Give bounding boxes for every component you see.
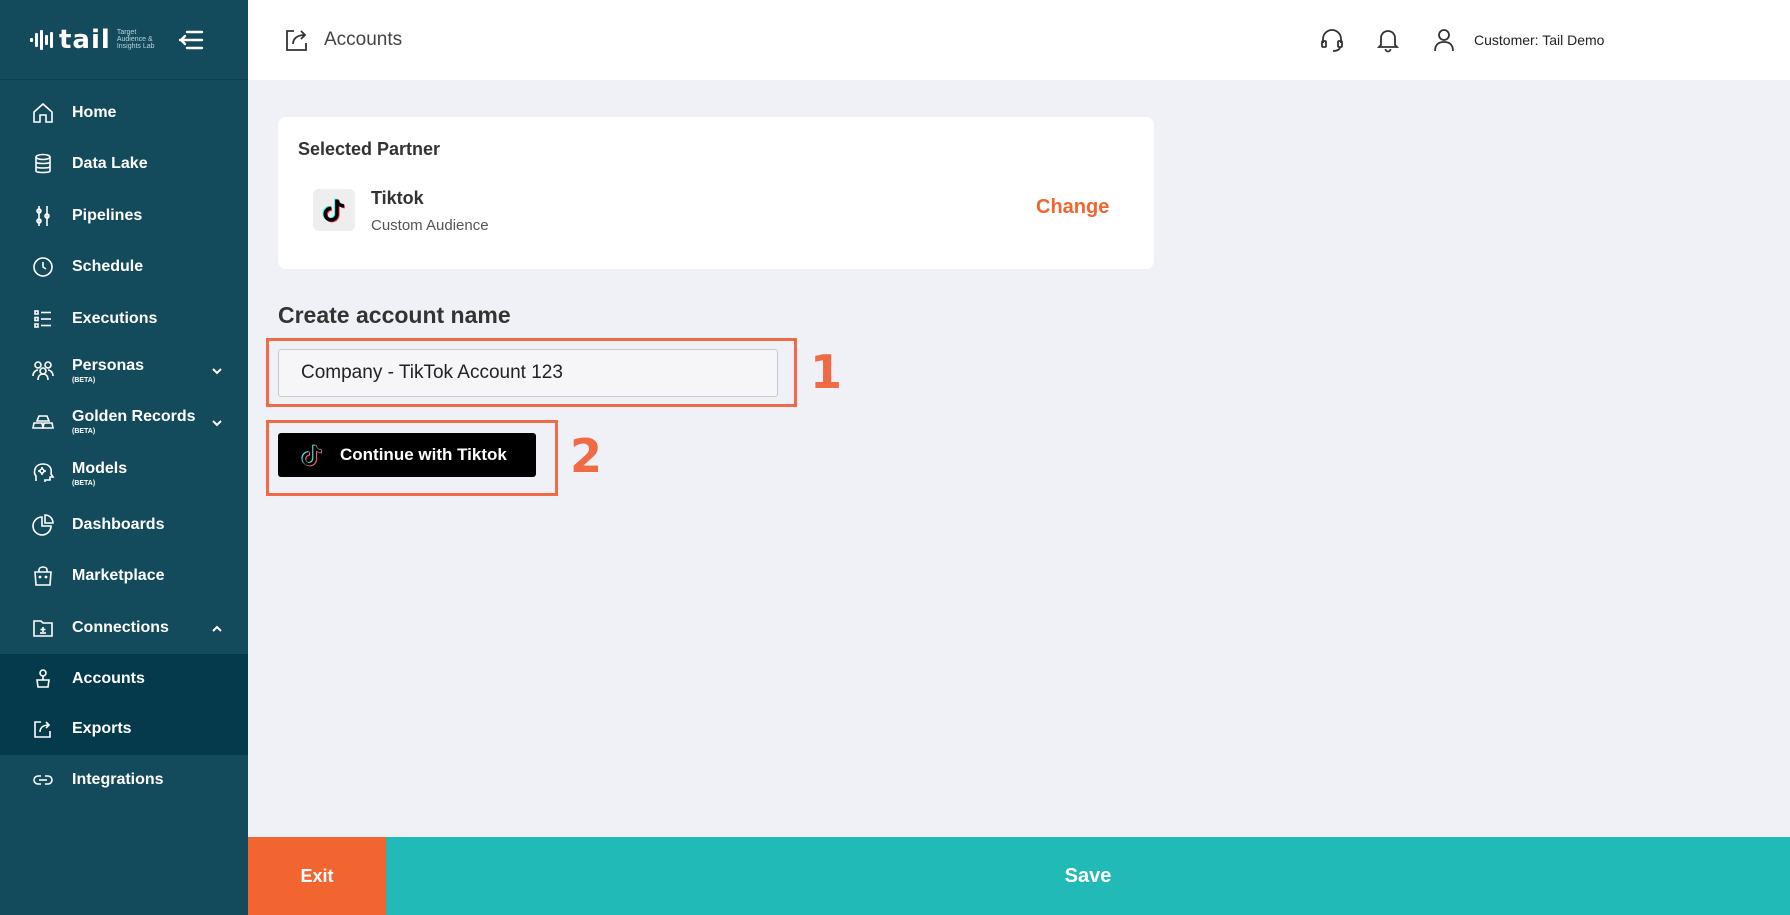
change-partner-link[interactable]: Change xyxy=(1036,196,1109,219)
chevron-down-icon[interactable] xyxy=(211,416,223,428)
logo-bars-icon xyxy=(30,29,53,50)
sidebar: tail Target Audience & Insights Lab Home… xyxy=(0,0,248,915)
account-icon xyxy=(30,666,56,692)
sidebar-item-label: Connections xyxy=(72,618,169,636)
sidebar-item-label: Schedule xyxy=(72,258,144,276)
pie-chart-icon xyxy=(30,512,56,538)
sidebar-item-label: Accounts xyxy=(72,669,145,687)
beta-badge: (BETA) xyxy=(72,428,96,436)
sidebar-item-text: Golden Records (BETA) xyxy=(72,408,196,435)
shopping-bag-icon xyxy=(30,563,56,589)
sidebar-header: tail Target Audience & Insights Lab xyxy=(0,0,248,80)
sidebar-item-label: Pipelines xyxy=(72,206,143,224)
brand-logo[interactable]: tail Target Audience & Insights Lab xyxy=(30,25,159,55)
sidebar-item-pipelines[interactable]: Pipelines xyxy=(0,190,248,242)
bell-icon[interactable] xyxy=(1374,26,1402,54)
tiktok-icon xyxy=(313,189,355,231)
sidebar-item-label: Executions xyxy=(72,309,158,327)
sidebar-item-label: Models xyxy=(72,459,128,477)
sidebar-item-integrations[interactable]: Integrations xyxy=(0,755,248,807)
continue-button-label: Continue with Tiktok xyxy=(340,445,507,464)
continue-with-tiktok-button[interactable]: Continue with Tiktok xyxy=(278,433,536,477)
link-icon xyxy=(30,767,56,793)
sidebar-item-label: Integrations xyxy=(72,771,164,789)
sidebar-item-dashboards[interactable]: Dashboards xyxy=(0,499,248,551)
annotation-number-1: 1 xyxy=(810,345,843,399)
database-icon xyxy=(30,151,56,177)
collapse-menu-icon[interactable] xyxy=(178,28,204,52)
logo-subtext: Target Audience & Insights Lab xyxy=(116,29,155,50)
sidebar-item-marketplace[interactable]: Marketplace xyxy=(0,551,248,603)
sidebar-item-connections[interactable]: Connections xyxy=(0,602,248,654)
connections-submenu: Accounts Exports xyxy=(0,653,248,755)
sidebar-item-accounts[interactable]: Accounts xyxy=(0,654,248,705)
user-icon[interactable] xyxy=(1430,26,1458,54)
save-button[interactable]: Save xyxy=(386,837,1790,915)
selected-partner-card: Selected Partner Tiktok Custom Audience … xyxy=(278,117,1154,269)
sidebar-item-label: Data Lake xyxy=(72,155,148,173)
folder-icon xyxy=(30,615,56,641)
export-icon xyxy=(30,716,56,742)
clock-icon xyxy=(30,254,56,280)
chevron-down-icon[interactable] xyxy=(211,364,223,376)
card-title: Selected Partner xyxy=(298,139,441,159)
exit-button[interactable]: Exit xyxy=(248,837,386,915)
topbar: Accounts Customer: Tail Demo xyxy=(248,0,1790,80)
pipelines-icon xyxy=(30,203,56,229)
beta-badge: (BETA) xyxy=(72,376,96,384)
brain-icon xyxy=(30,460,56,486)
annotation-number-2: 2 xyxy=(570,429,603,483)
sidebar-item-label: Golden Records xyxy=(72,408,196,426)
sidebar-item-home[interactable]: Home xyxy=(0,87,248,139)
sidebar-item-label: Marketplace xyxy=(72,567,165,585)
account-name-input[interactable] xyxy=(278,349,778,397)
partner-name: Tiktok xyxy=(371,188,424,208)
tiktok-icon xyxy=(298,441,326,469)
partner-type: Custom Audience xyxy=(371,217,489,234)
customer-name[interactable]: Customer: Tail Demo xyxy=(1474,32,1604,48)
page-title: Accounts xyxy=(324,29,403,50)
sidebar-item-personas[interactable]: Personas (BETA) xyxy=(0,345,248,397)
sidebar-item-golden-records[interactable]: Golden Records (BETA) xyxy=(0,396,248,448)
sidebar-item-label: Dashboards xyxy=(72,515,165,533)
chevron-up-icon[interactable] xyxy=(211,622,223,634)
sidebar-item-models[interactable]: Models (BETA) xyxy=(0,448,248,500)
sidebar-item-label: Personas xyxy=(72,356,145,374)
export-icon xyxy=(283,26,311,54)
sidebar-item-exports[interactable]: Exports xyxy=(0,704,248,755)
sidebar-item-label: Exports xyxy=(72,720,132,738)
sidebar-item-schedule[interactable]: Schedule xyxy=(0,242,248,294)
sidebar-item-text: Personas (BETA) xyxy=(72,357,144,384)
sidebar-item-executions[interactable]: Executions xyxy=(0,293,248,345)
sidebar-nav: Home Data Lake Pipelines Schedule Execut… xyxy=(0,87,248,806)
sidebar-item-data-lake[interactable]: Data Lake xyxy=(0,139,248,191)
create-account-title: Create account name xyxy=(278,302,511,328)
beta-badge: (BETA) xyxy=(72,479,96,487)
list-icon xyxy=(30,306,56,332)
headset-icon[interactable] xyxy=(1318,26,1346,54)
gold-bars-icon xyxy=(30,409,56,435)
sidebar-item-label: Home xyxy=(72,103,117,121)
logo-text: tail xyxy=(59,24,111,55)
sidebar-item-text: Models (BETA) xyxy=(72,460,127,487)
home-icon xyxy=(30,100,56,126)
users-icon xyxy=(30,357,56,383)
